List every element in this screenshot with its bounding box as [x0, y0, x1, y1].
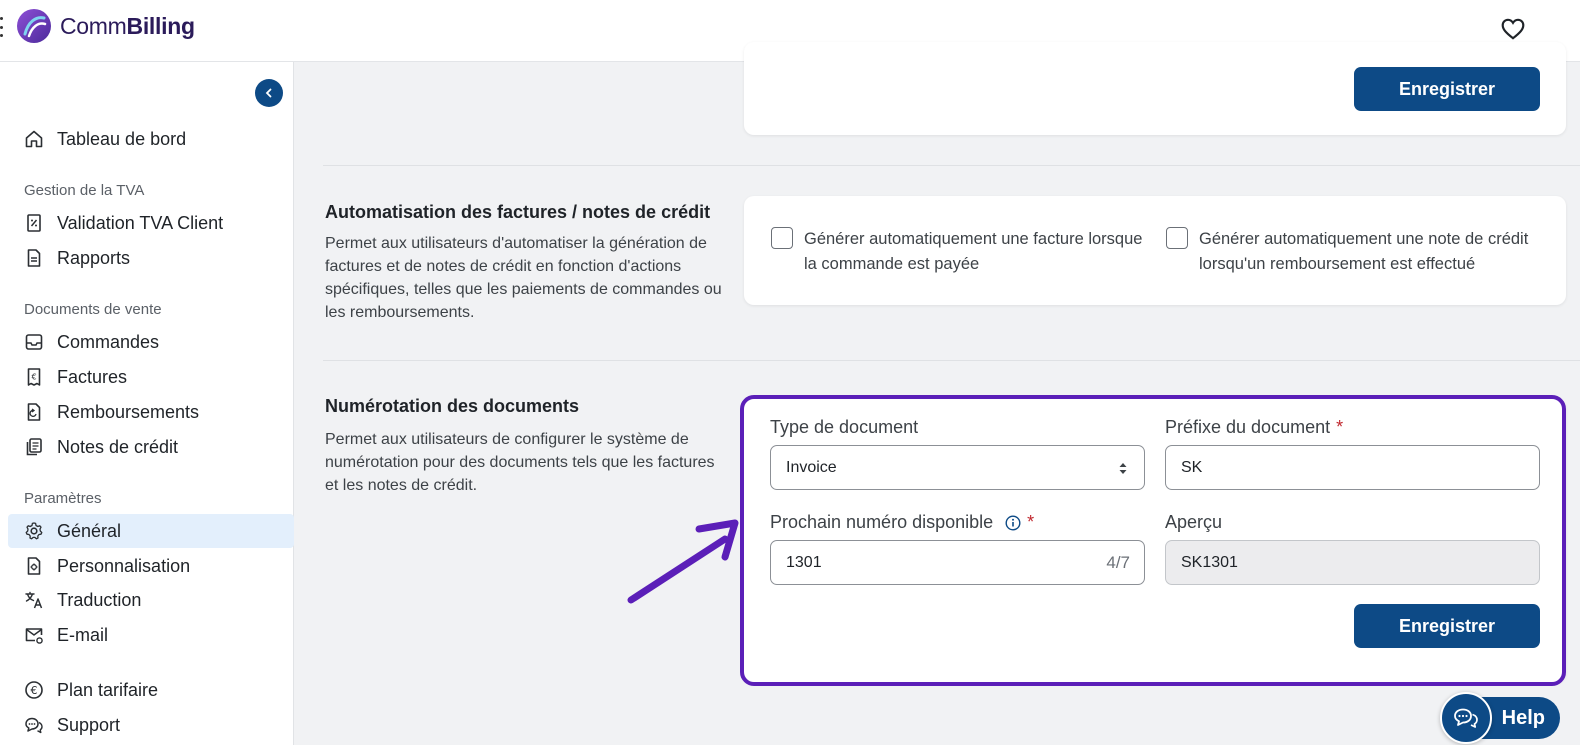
chat-bubbles-icon [25, 717, 43, 734]
sidebar-item-label: Rapports [57, 247, 131, 268]
collapse-sidebar-button[interactable] [255, 79, 283, 107]
auto-credit-note-checkbox[interactable] [1166, 227, 1188, 249]
translate-icon [25, 591, 43, 609]
email-gear-icon [25, 628, 43, 644]
sidebar-item-label: Validation TVA Client [57, 212, 224, 233]
sidebar-item-plan-tarifaire[interactable]: € Plan tarifaire [8, 673, 294, 707]
refund-document-icon [27, 403, 41, 421]
euro-circle-icon: € [25, 681, 43, 699]
help-chat-button[interactable] [1440, 692, 1492, 744]
sidebar-item-label: Tableau de bord [57, 128, 187, 149]
inbox-icon [25, 334, 43, 350]
sidebar-item-label: Général [57, 520, 122, 541]
home-icon [25, 130, 43, 148]
sidebar-item-commandes[interactable]: Commandes [8, 325, 294, 359]
help-widget[interactable]: Help [1440, 692, 1560, 744]
gear-icon [25, 522, 43, 540]
svg-text:€: € [31, 373, 36, 382]
numbering-section-title: Numérotation des documents [325, 396, 580, 416]
sidebar-item-tableau-de-bord[interactable]: Tableau de bord [8, 122, 294, 156]
sidebar-item-personnalisation[interactable]: Personnalisation [8, 549, 294, 583]
sidebar-item-label: Commandes [57, 331, 160, 352]
sidebar-item-label: Factures [57, 366, 128, 387]
sidebar-item-label: Remboursements [57, 401, 200, 422]
auto-invoice-label[interactable]: Générer automatiquement une facture lors… [804, 227, 1144, 277]
sidebar: Tableau de bord Gestion de la TVA Valida… [0, 62, 294, 745]
sidebar-item-label: Personnalisation [57, 555, 191, 576]
auto-invoice-checkbox[interactable] [771, 227, 793, 249]
heart-icon[interactable] [1500, 16, 1526, 42]
logo-text-prefix: Comm [60, 12, 127, 39]
sidebar-item-email[interactable]: E-mail [8, 618, 294, 652]
sidebar-item-rapports[interactable]: Rapports [8, 241, 294, 275]
sidebar-section-settings: Paramètres [24, 490, 102, 507]
section-divider [323, 360, 1580, 361]
menu-dots-icon[interactable] [0, 17, 4, 37]
credit-note-icon [26, 438, 42, 456]
highlight-frame [740, 395, 1566, 686]
document-icon [27, 249, 41, 267]
chat-icon [1454, 708, 1478, 728]
automation-section-description: Permet aux utilisateurs d'automatiser la… [325, 235, 722, 321]
sidebar-item-label: Notes de crédit [57, 436, 179, 457]
sidebar-item-remboursements[interactable]: Remboursements [8, 395, 294, 429]
logo-icon [17, 9, 51, 43]
save-button[interactable]: Enregistrer [1354, 67, 1540, 111]
numbering-section-description: Permet aux utilisateurs de configurer le… [325, 431, 715, 494]
logo-text-suffix: Billing [126, 12, 195, 39]
sidebar-item-label: Plan tarifaire [57, 679, 159, 700]
previous-settings-card: Enregistrer [744, 42, 1566, 135]
sidebar-section-tva: Gestion de la TVA [24, 182, 145, 199]
customize-document-icon [27, 557, 41, 575]
help-label: Help [1501, 706, 1545, 729]
sidebar-item-label: Support [57, 714, 121, 735]
svg-text:€: € [31, 684, 38, 697]
automation-section-title: Automatisation des factures / notes de c… [325, 202, 711, 222]
section-divider [323, 165, 1580, 166]
main-content: Enregistrer Automatisation des factures … [295, 42, 1580, 745]
sidebar-item-traduction[interactable]: Traduction [8, 583, 294, 617]
auto-credit-note-label[interactable]: Générer automatiquement une note de créd… [1199, 227, 1544, 277]
app-logo[interactable]: CommBilling [16, 8, 195, 44]
annotation-arrow-icon [627, 519, 739, 604]
automation-card: Générer automatiquement une facture lors… [744, 196, 1566, 305]
chevron-left-icon [265, 88, 272, 98]
sidebar-item-support[interactable]: Support [8, 708, 294, 742]
euro-document-icon: € [27, 368, 41, 386]
sidebar-item-label: Traduction [57, 589, 142, 610]
sidebar-item-general[interactable]: Général [8, 514, 294, 548]
receipt-percent-icon [27, 214, 41, 232]
sidebar-item-factures[interactable]: € Factures [8, 360, 294, 394]
sidebar-item-notes-de-credit[interactable]: Notes de crédit [8, 430, 294, 464]
sidebar-item-validation-tva[interactable]: Validation TVA Client [8, 206, 294, 240]
sidebar-item-label: E-mail [57, 624, 109, 645]
sidebar-section-sales: Documents de vente [24, 301, 162, 318]
